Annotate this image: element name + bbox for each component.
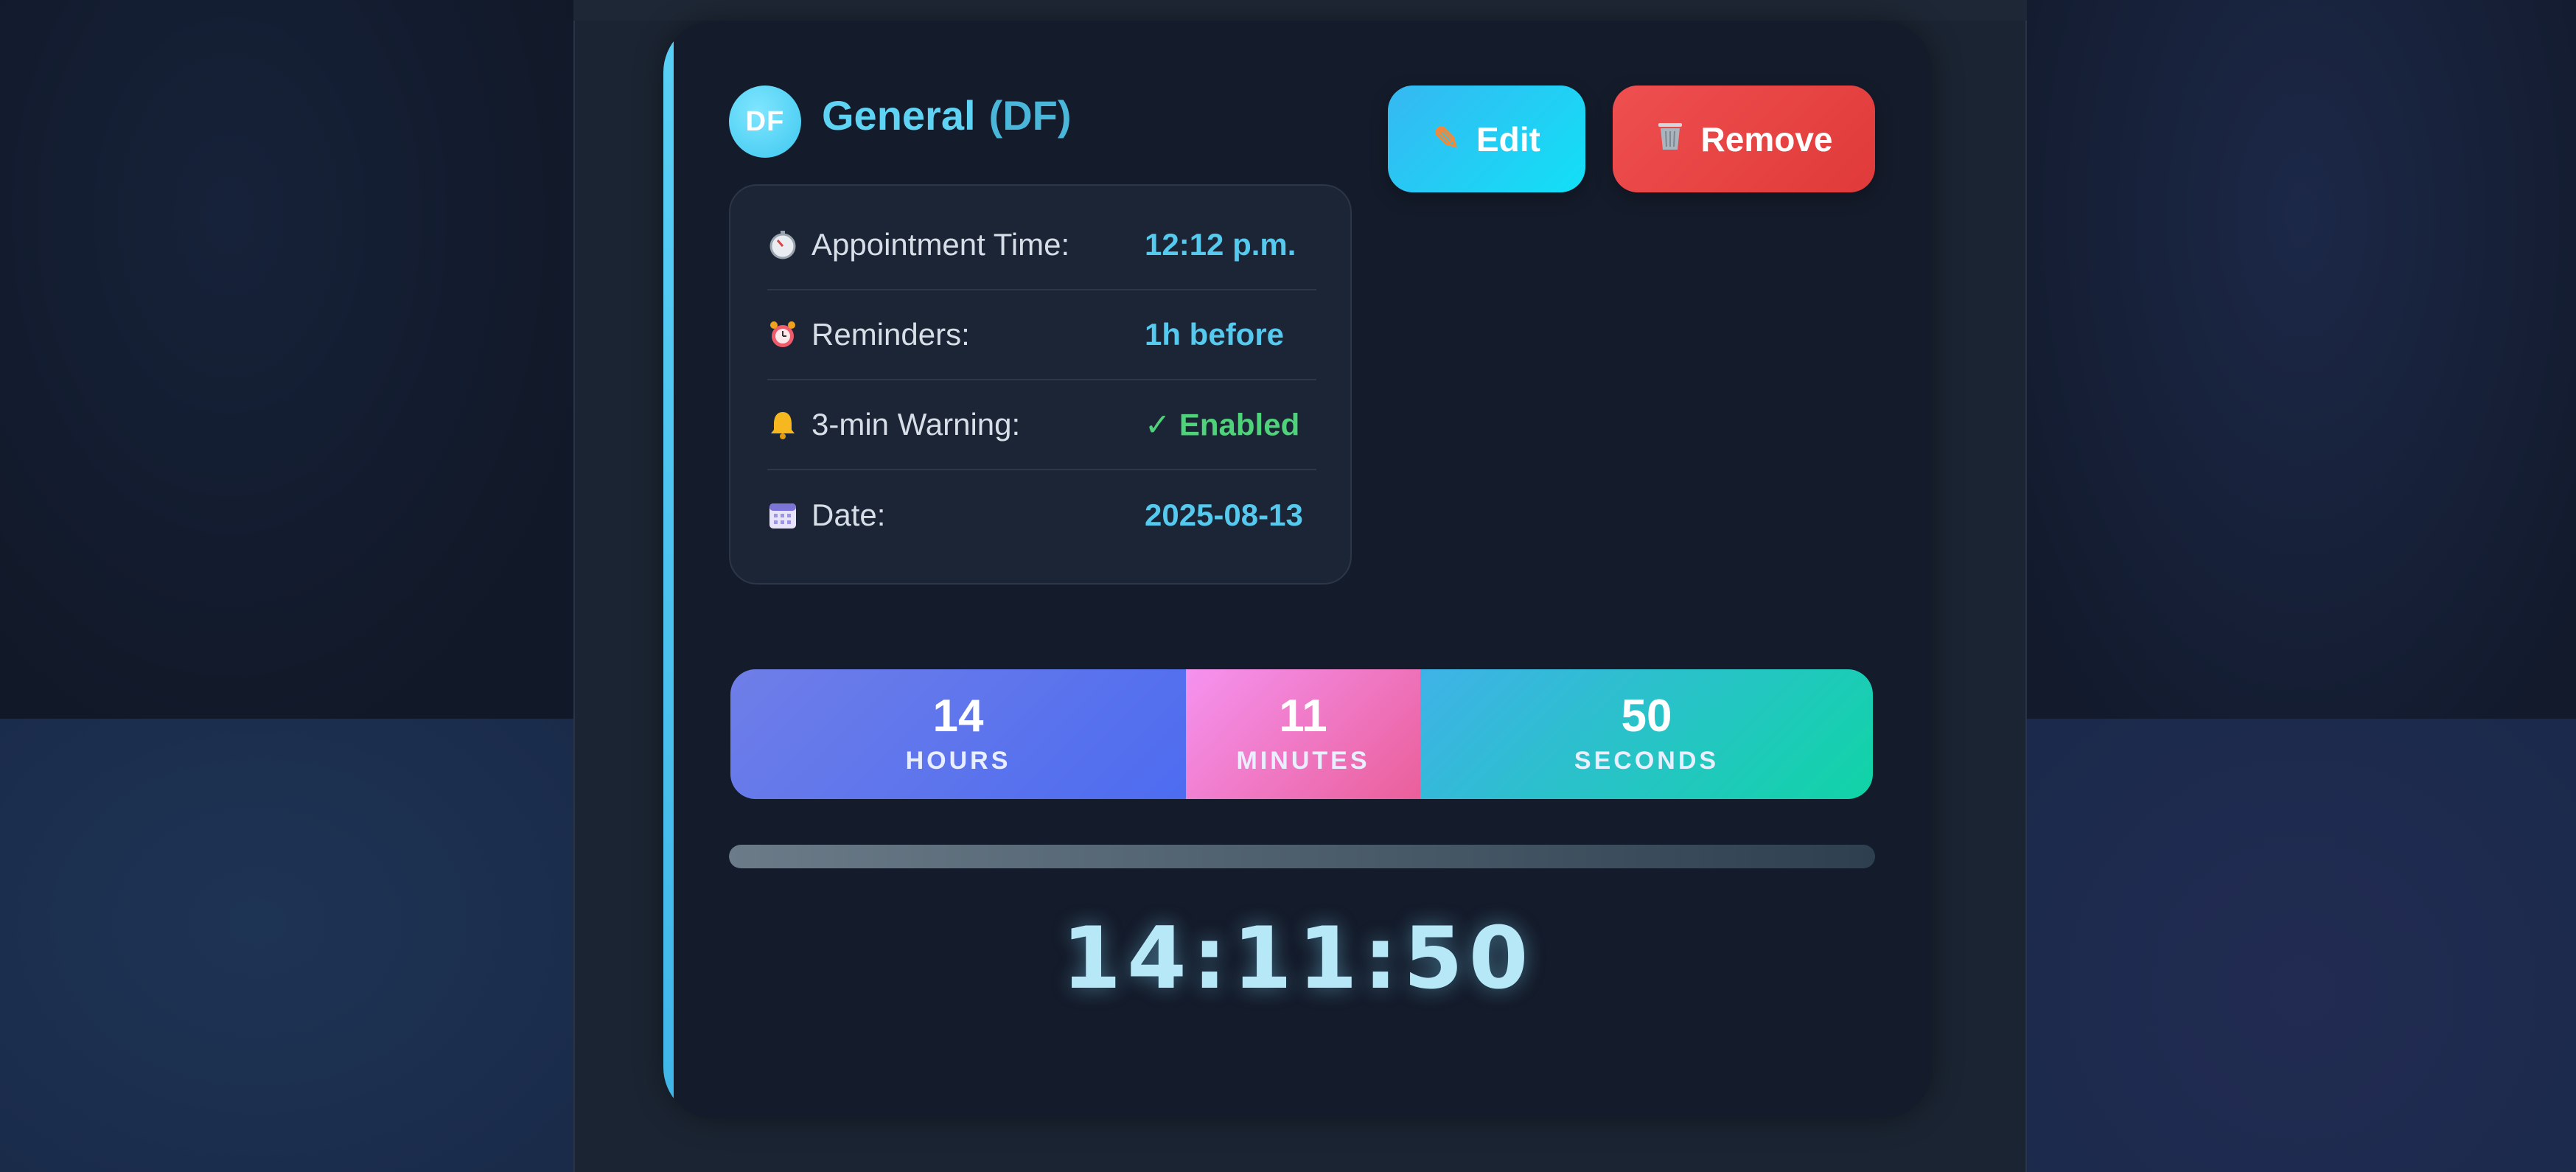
countdown-hours-value: 14	[932, 690, 984, 742]
detail-row-date: Date: 2025-08-13	[767, 470, 1316, 560]
stopwatch-icon	[767, 229, 798, 260]
appointment-name: General	[822, 92, 976, 139]
detail-row-appointment-time: Appointment Time: 12:12 p.m.	[767, 200, 1316, 290]
detail-label: 3-min Warning:	[811, 407, 1021, 442]
avatar: DF	[729, 86, 801, 158]
background-panel-bottom-left	[0, 719, 573, 1172]
calendar-icon	[767, 500, 798, 531]
countdown-minutes-unit: MINUTES	[1236, 746, 1370, 775]
appointment-card: DF General (DF) ✎ Edit Remove Appointmen…	[663, 21, 1933, 1119]
remove-button-label: Remove	[1700, 119, 1833, 158]
alarm-clock-icon	[767, 319, 798, 350]
countdown-bar: 14 HOURS 11 MINUTES 50 SECONDS	[730, 669, 1873, 799]
countdown-seconds-value: 50	[1621, 690, 1672, 742]
detail-label: Reminders:	[811, 317, 970, 352]
detail-value: 12:12 p.m.	[1145, 227, 1296, 262]
edit-button-label: Edit	[1476, 119, 1540, 158]
edit-button[interactable]: ✎ Edit	[1388, 86, 1585, 192]
countdown-hours-unit: HOURS	[905, 746, 1011, 775]
detail-label: Appointment Time:	[811, 227, 1070, 262]
appointment-code: (DF)	[988, 92, 1072, 139]
progress-track	[729, 845, 1875, 868]
background-panel-top-right	[2027, 0, 2576, 719]
pencil-icon: ✎	[1433, 121, 1460, 157]
bell-icon	[767, 409, 798, 440]
wastebasket-icon	[1655, 119, 1685, 159]
detail-label: Date:	[811, 498, 886, 532]
countdown-seconds: 50 SECONDS	[1420, 669, 1873, 799]
detail-value: 2025-08-13	[1145, 498, 1303, 532]
detail-row-warning: 3-min Warning: ✓ Enabled	[767, 380, 1316, 470]
countdown-hours: 14 HOURS	[730, 669, 1186, 799]
detail-row-reminders: Reminders: 1h before	[767, 290, 1316, 380]
digital-clock: 14:11:50	[1061, 909, 1535, 1008]
appointment-title: General (DF)	[822, 91, 1072, 139]
center-top-strip	[573, 0, 2027, 21]
countdown-seconds-unit: SECONDS	[1574, 746, 1720, 775]
details-panel: Appointment Time: 12:12 p.m. Reminders: …	[729, 184, 1352, 585]
background-panel-bottom-right	[2027, 719, 2576, 1172]
remove-button[interactable]: Remove	[1613, 86, 1875, 192]
progress-fill	[729, 845, 1875, 868]
detail-value: ✓ Enabled	[1145, 407, 1300, 442]
countdown-minutes: 11 MINUTES	[1186, 669, 1420, 799]
background-panel-top-left	[0, 0, 573, 719]
detail-value: 1h before	[1145, 317, 1285, 352]
countdown-minutes-value: 11	[1279, 690, 1327, 742]
